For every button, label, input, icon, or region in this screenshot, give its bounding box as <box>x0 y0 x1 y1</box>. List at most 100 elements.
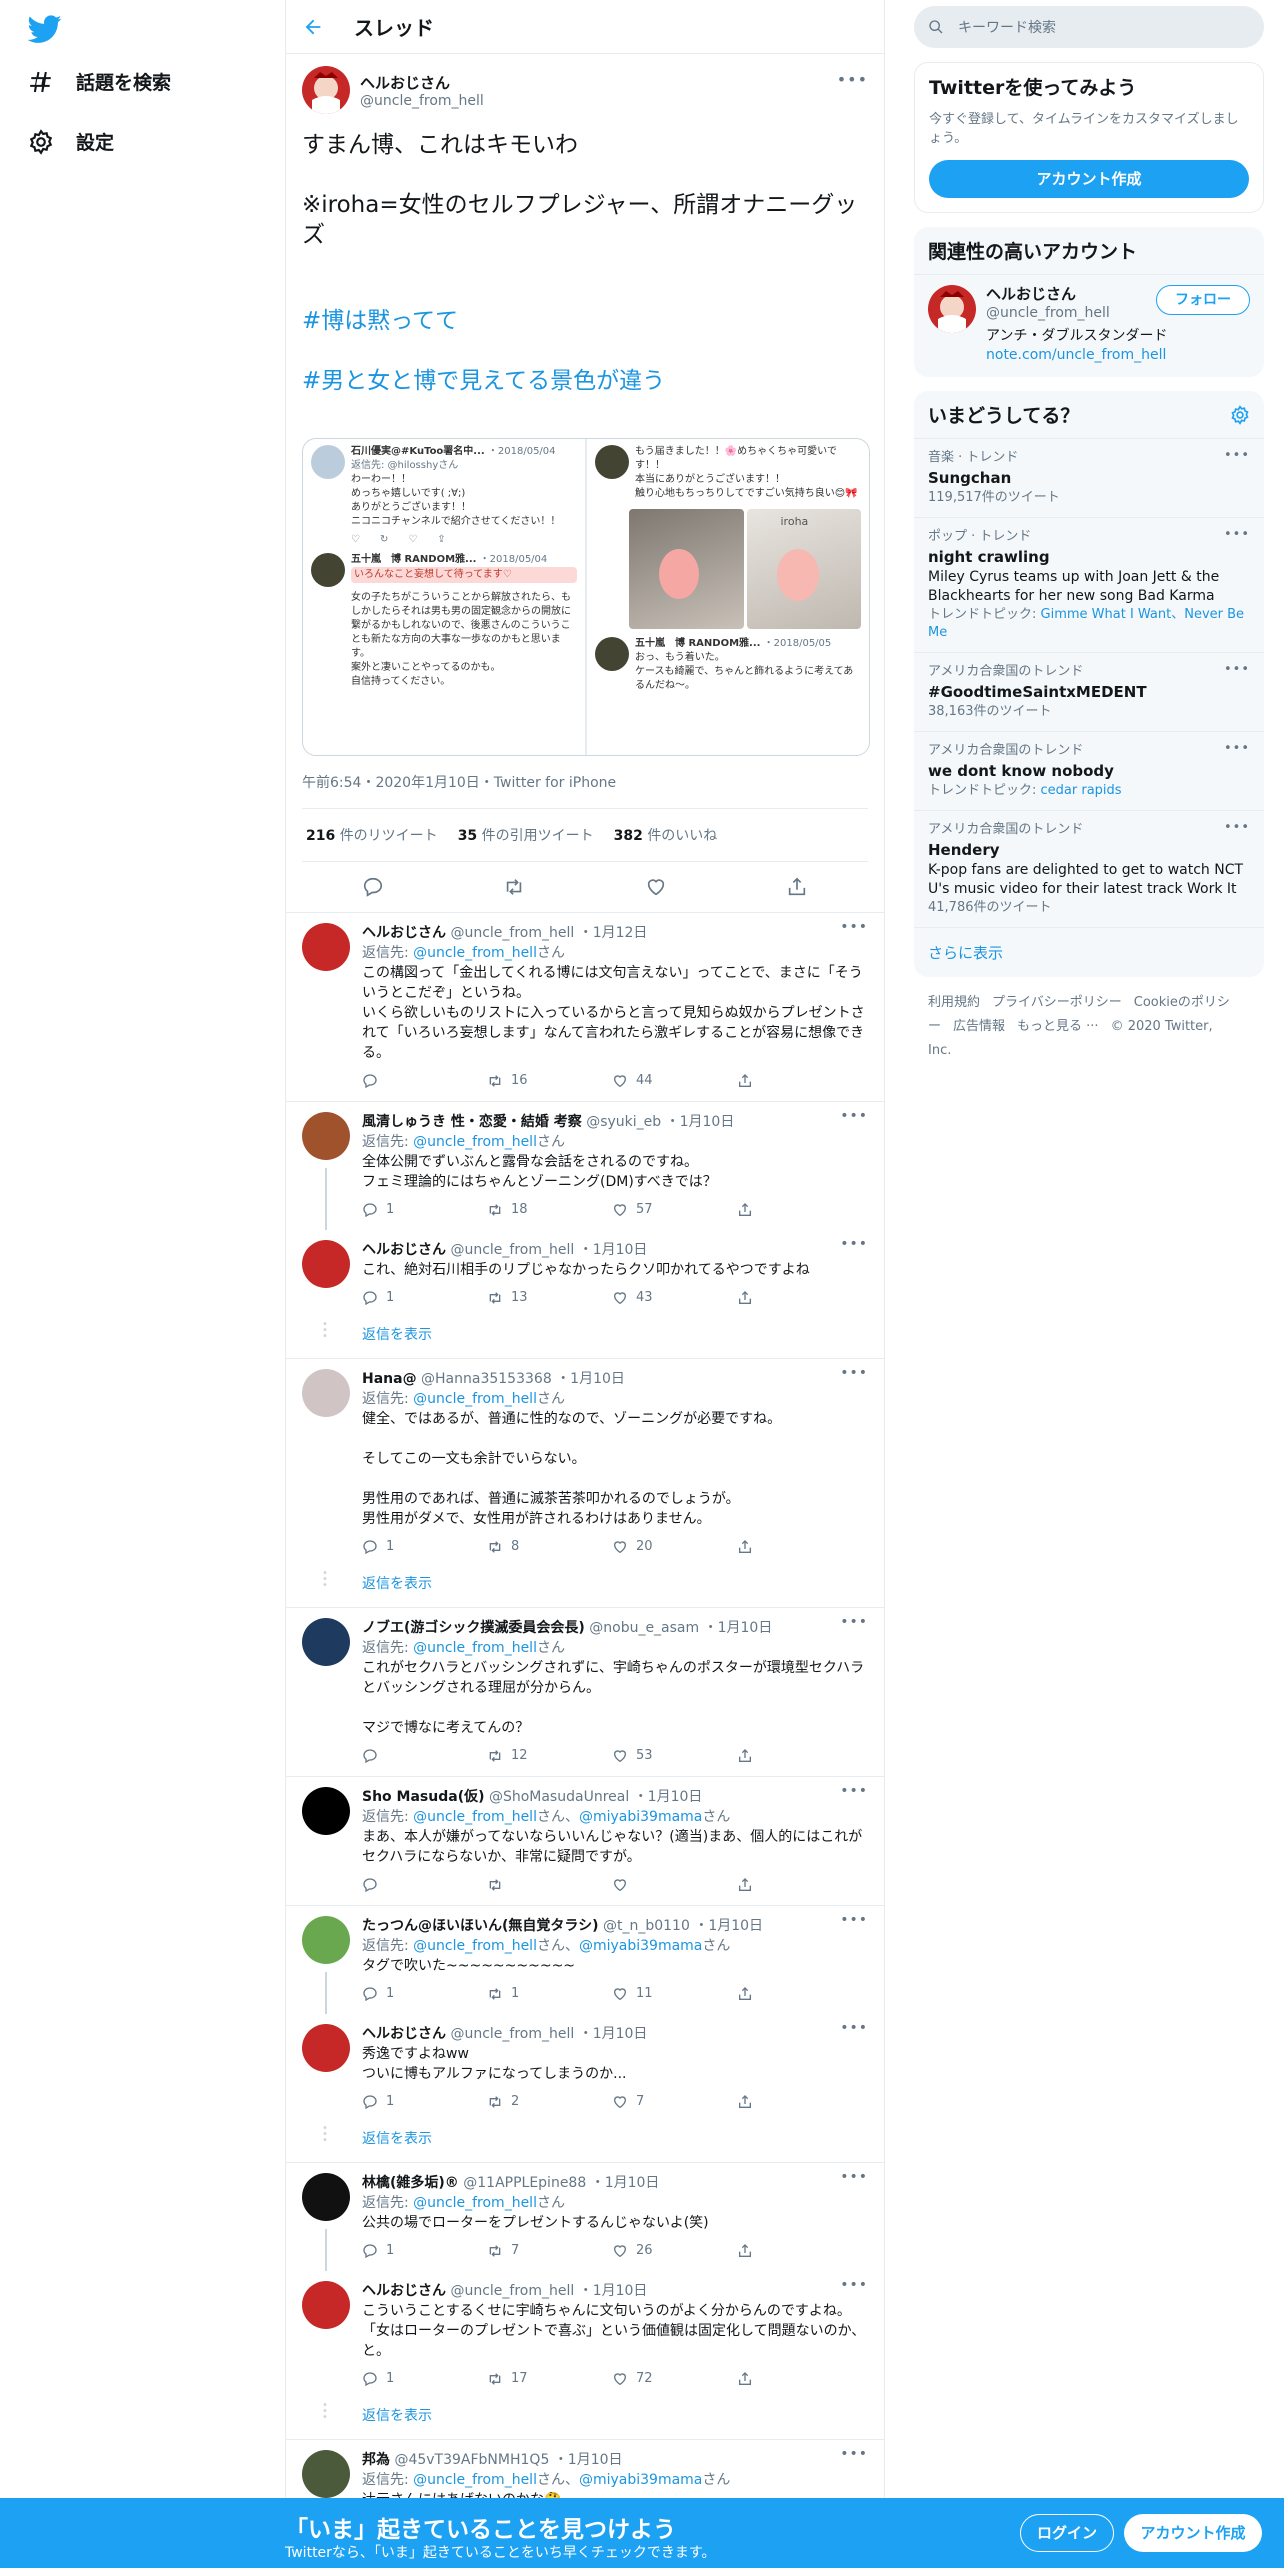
trend-item[interactable]: アメリカ合衆国のトレンド we dont know nobody トレンドトピック… <box>914 731 1264 810</box>
reply-author-name[interactable]: ヘルおじさん <box>362 2283 446 2299</box>
avatar[interactable] <box>302 2173 350 2221</box>
more-options-icon[interactable]: ••• <box>1224 526 1250 544</box>
like-button[interactable]: 44 <box>612 1071 707 1091</box>
reply-author-name[interactable]: たっつん@ほいほいん(無自覚タラシ) <box>362 1918 599 1934</box>
reply-to-link[interactable]: @miyabi39mama <box>579 1938 702 1954</box>
reply-author-handle[interactable]: @11APPLEpine88 <box>463 2175 586 2191</box>
reply-author-name[interactable]: Sho Masuda(仮) <box>362 1789 485 1805</box>
login-button[interactable]: ログイン <box>1020 2514 1114 2552</box>
reply-author-handle[interactable]: @uncle_from_hell <box>450 2283 574 2299</box>
like-button[interactable]: 72 <box>612 2369 707 2389</box>
reply-author-name[interactable]: ヘルおじさん <box>362 2026 446 2042</box>
twitter-logo-icon[interactable] <box>28 12 62 46</box>
reply-tweet[interactable]: ヘルおじさん @uncle_from_hell ・1月12日 返信先: @unc… <box>286 913 884 1102</box>
more-options-icon[interactable]: ••• <box>1224 447 1250 465</box>
footer-link[interactable]: もっと見る ··· <box>1017 1019 1099 1034</box>
related-name[interactable]: ヘルおじさん <box>986 285 1110 304</box>
reply-tweet[interactable]: ヘルおじさん @uncle_from_hell ・1月10日 秀逸ですよねww … <box>286 2014 884 2122</box>
more-options-icon[interactable]: ••• <box>840 2020 868 2036</box>
avatar[interactable] <box>928 285 976 333</box>
more-options-icon[interactable]: ••• <box>840 919 868 935</box>
more-options-icon[interactable]: ••• <box>840 1108 868 1124</box>
reply-author-name[interactable]: 林檎(雑多垢)® <box>362 2175 459 2191</box>
retweet-button[interactable]: 2 <box>487 2092 582 2112</box>
more-options-icon[interactable]: ••• <box>1224 661 1250 679</box>
more-options-icon[interactable]: ••• <box>840 1912 868 1928</box>
reply-tweet[interactable]: ノブエ(游ゴシック撲滅委員会会長) @nobu_e_asam ・1月10日 返信… <box>286 1608 884 1777</box>
back-arrow-icon[interactable] <box>302 16 324 38</box>
related-handle[interactable]: @uncle_from_hell <box>986 304 1110 323</box>
reply-author-handle[interactable]: @uncle_from_hell <box>450 2026 574 2042</box>
reply-tweet[interactable]: Hana@ @Hanna35153368 ・1月10日 返信先: @uncle_… <box>286 1359 884 1567</box>
reply-author-handle[interactable]: @Hanna35153368 <box>421 1371 552 1387</box>
like-button[interactable]: 57 <box>612 1200 707 1220</box>
reply-date[interactable]: ・1月10日 <box>579 1242 648 1258</box>
more-options-icon[interactable]: ••• <box>1224 819 1250 837</box>
more-options-icon[interactable]: ••• <box>1224 740 1250 758</box>
more-options-icon[interactable]: ••• <box>840 1236 868 1252</box>
reply-to-link[interactable]: @uncle_from_hell <box>413 2472 537 2488</box>
tweet-media[interactable]: 石川優実@#KuToo署名中... ・2018/05/04 返信先: @hilo… <box>302 438 870 756</box>
retweet-button[interactable]: 12 <box>487 1746 582 1766</box>
reply-date[interactable]: ・1月10日 <box>634 1789 703 1805</box>
reply-button[interactable]: 1 <box>362 1200 457 1220</box>
reply-button[interactable]: 1 <box>362 1288 457 1308</box>
avatar[interactable] <box>302 2024 350 2072</box>
retweet-button[interactable]: 18 <box>487 1200 582 1220</box>
reply-date[interactable]: ・1月10日 <box>694 1918 763 1934</box>
reply-author-handle[interactable]: @t_n_b0110 <box>603 1918 690 1934</box>
more-options-icon[interactable]: ••• <box>840 1365 868 1381</box>
signup-button[interactable]: アカウント作成 <box>929 160 1249 198</box>
reply-author-name[interactable]: ノブエ(游ゴシック撲滅委員会会長) <box>362 1620 585 1636</box>
share-button[interactable] <box>737 2094 832 2110</box>
footer-link[interactable]: 広告情報 <box>953 1019 1005 1034</box>
reply-author-name[interactable]: Hana@ <box>362 1371 417 1387</box>
related-account[interactable]: ヘルおじさん @uncle_from_hell フォロー アンチ・ダブルスタンダ… <box>914 274 1264 377</box>
related-link[interactable]: note.com/uncle_from_hell <box>986 346 1250 365</box>
trend-item[interactable]: アメリカ合衆国のトレンド Hendery K-pop fans are delig… <box>914 810 1264 927</box>
reply-tweet[interactable]: たっつん@ほいほいん(無自覚タラシ) @t_n_b0110 ・1月10日 返信先… <box>286 1906 884 2014</box>
share-button[interactable] <box>737 1748 832 1764</box>
search-box[interactable]: キーワード検索 <box>914 6 1264 48</box>
media-screenshot-right[interactable]: もう届きました！！🌸めちゃくちゃ可愛いです！！ 本当にありがとうございます！！ … <box>587 439 869 755</box>
avatar[interactable] <box>302 2450 350 2498</box>
quote-count[interactable]: 35 件の引用ツイート <box>458 825 594 845</box>
like-button[interactable]: 26 <box>612 2241 707 2261</box>
gear-icon[interactable] <box>1230 404 1250 425</box>
avatar[interactable] <box>302 923 350 971</box>
more-options-icon[interactable]: ••• <box>840 2277 868 2293</box>
nav-settings[interactable]: 設定 <box>28 128 114 155</box>
search-input[interactable]: キーワード検索 <box>958 17 1056 37</box>
reply-date[interactable]: ・1月10日 <box>554 2452 623 2468</box>
reply-author-handle[interactable]: @uncle_from_hell <box>450 1242 574 1258</box>
reply-author-name[interactable]: ヘルおじさん <box>362 925 446 941</box>
share-icon[interactable] <box>786 876 808 898</box>
avatar[interactable] <box>302 1787 350 1835</box>
reply-tweet[interactable]: ヘルおじさん @uncle_from_hell ・1月10日 これ、絶対石川相手… <box>286 1230 884 1318</box>
reply-icon[interactable] <box>362 876 384 898</box>
footer-link[interactable]: プライバシーポリシー <box>992 995 1122 1010</box>
reply-to-link[interactable]: @uncle_from_hell <box>413 945 537 961</box>
more-options-icon[interactable]: ••• <box>840 2446 868 2462</box>
reply-author-handle[interactable]: @nobu_e_asam <box>589 1620 699 1636</box>
like-button[interactable]: 43 <box>612 1288 707 1308</box>
retweet-button[interactable]: 13 <box>487 1288 582 1308</box>
tweet-timestamp[interactable]: 午前6:54・2020年1月10日・Twitter for iPhone <box>302 756 868 809</box>
reply-author-name[interactable]: 風清しゅうき 性・恋愛・結婚 考察 <box>362 1114 582 1130</box>
avatar[interactable] <box>302 1240 350 1288</box>
reply-tweet[interactable]: 風清しゅうき 性・恋愛・結婚 考察 @syuki_eb ・1月10日 返信先: … <box>286 1102 884 1230</box>
like-button[interactable]: 11 <box>612 1984 707 2004</box>
show-replies-link[interactable]: • • • 返信を表示 <box>286 1318 884 1359</box>
more-options-icon[interactable]: ••• <box>837 70 868 89</box>
reply-date[interactable]: ・1月10日 <box>704 1620 773 1636</box>
avatar[interactable] <box>302 66 350 114</box>
reply-button[interactable]: 1 <box>362 1537 457 1557</box>
media-screenshot-left[interactable]: 石川優実@#KuToo署名中... ・2018/05/04 返信先: @hilo… <box>303 439 585 755</box>
reply-author-handle[interactable]: @syuki_eb <box>586 1114 661 1130</box>
reply-button[interactable] <box>362 1877 457 1893</box>
share-button[interactable] <box>737 1202 832 1218</box>
retweet-button[interactable]: 16 <box>487 1071 582 1091</box>
retweet-button[interactable]: 7 <box>487 2241 582 2261</box>
reply-author-name[interactable]: ヘルおじさん <box>362 1242 446 1258</box>
retweet-button[interactable] <box>487 1877 582 1893</box>
